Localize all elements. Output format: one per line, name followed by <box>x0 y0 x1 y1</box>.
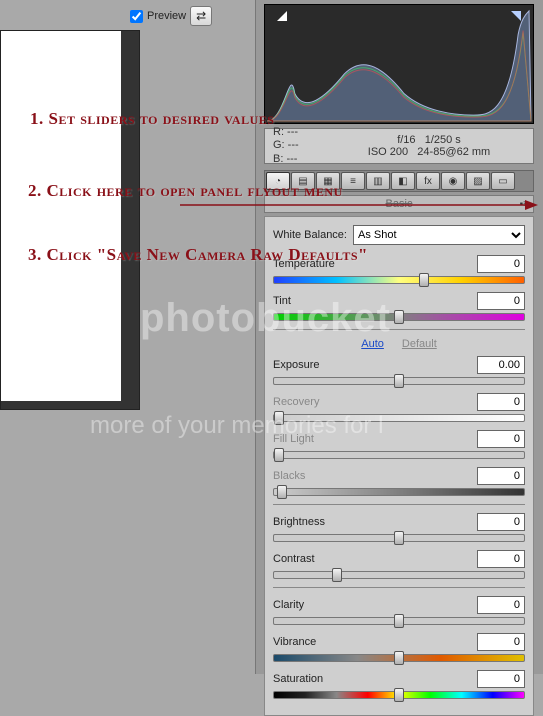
brightness-handle[interactable] <box>394 531 404 545</box>
contrast-label: Contrast <box>273 553 315 565</box>
saturation-handle[interactable] <box>394 688 404 702</box>
exposure-value[interactable] <box>477 356 525 374</box>
panel-flyout-icon[interactable]: ▪≡ <box>520 199 529 210</box>
shadow-clip-icon[interactable] <box>277 11 287 21</box>
vibrance-label: Vibrance <box>273 636 316 648</box>
auto-link[interactable]: Auto <box>361 338 384 350</box>
rgb-b: B: --- <box>273 153 333 166</box>
brightness-label: Brightness <box>273 516 325 528</box>
tint-value[interactable] <box>477 292 525 310</box>
filllight-handle[interactable] <box>274 448 284 462</box>
vibrance-value[interactable] <box>477 633 525 651</box>
exif-lens: 24-85@62 mm <box>417 146 490 158</box>
recovery-value[interactable] <box>477 393 525 411</box>
filllight-slider[interactable] <box>273 451 525 459</box>
tab-camera[interactable]: ◉ <box>441 172 465 190</box>
image-canvas[interactable] <box>0 30 140 410</box>
saturation-value[interactable] <box>477 670 525 688</box>
tint-label: Tint <box>273 295 291 307</box>
exif-shutter: 1/250 s <box>425 134 461 146</box>
swap-view-button[interactable]: ⇄ <box>190 6 212 26</box>
preview-checkbox[interactable] <box>130 10 143 23</box>
tab-strip: ◔ ▤ ▦ ≡ ▥ ◧ fx ◉ ▨ ▭ <box>264 170 534 192</box>
contrast-handle[interactable] <box>332 568 342 582</box>
preview-label: Preview <box>147 10 186 22</box>
recovery-handle[interactable] <box>274 411 284 425</box>
wb-select[interactable]: As Shot <box>353 225 525 245</box>
tab-detail[interactable]: ▦ <box>316 172 340 190</box>
tab-fx[interactable]: fx <box>416 172 440 190</box>
blacks-slider[interactable] <box>273 488 525 496</box>
rgb-g: G: --- <box>273 139 333 152</box>
recovery-label: Recovery <box>273 396 319 408</box>
contrast-value[interactable] <box>477 550 525 568</box>
exif-aperture: f/16 <box>397 134 415 146</box>
blacks-value[interactable] <box>477 467 525 485</box>
tab-basic[interactable]: ◔ <box>266 172 290 190</box>
tab-snapshots[interactable]: ▭ <box>491 172 515 190</box>
filllight-value[interactable] <box>477 430 525 448</box>
temperature-label: Temperature <box>273 258 335 270</box>
exposure-label: Exposure <box>273 359 319 371</box>
clarity-value[interactable] <box>477 596 525 614</box>
clarity-slider[interactable] <box>273 617 525 625</box>
canvas-paper <box>1 31 121 401</box>
clarity-handle[interactable] <box>394 614 404 628</box>
recovery-slider[interactable] <box>273 414 525 422</box>
vibrance-handle[interactable] <box>394 651 404 665</box>
basic-panel: White Balance: As Shot Temperature Tint <box>264 216 534 716</box>
tab-presets[interactable]: ▨ <box>466 172 490 190</box>
panel-header: Basic ▪≡ <box>264 195 534 213</box>
rgb-r: R: --- <box>273 126 333 139</box>
exif-iso: ISO 200 <box>368 146 408 158</box>
saturation-label: Saturation <box>273 673 323 685</box>
histogram[interactable] <box>264 4 534 124</box>
brightness-value[interactable] <box>477 513 525 531</box>
tab-lens[interactable]: ◧ <box>391 172 415 190</box>
exif-readout: R: --- G: --- B: --- f/16 1/250 s ISO 20… <box>264 128 534 164</box>
vibrance-slider[interactable] <box>273 654 525 662</box>
saturation-slider[interactable] <box>273 691 525 699</box>
blacks-label: Blacks <box>273 470 305 482</box>
highlight-clip-icon[interactable] <box>511 11 521 21</box>
tint-handle[interactable] <box>394 310 404 324</box>
tab-hsl[interactable]: ≡ <box>341 172 365 190</box>
brightness-slider[interactable] <box>273 534 525 542</box>
temperature-handle[interactable] <box>419 273 429 287</box>
tab-curve[interactable]: ▤ <box>291 172 315 190</box>
filllight-label: Fill Light <box>273 433 314 445</box>
panel-title: Basic <box>386 198 413 210</box>
tab-split[interactable]: ▥ <box>366 172 390 190</box>
contrast-slider[interactable] <box>273 571 525 579</box>
temperature-value[interactable] <box>477 255 525 273</box>
default-link[interactable]: Default <box>402 338 437 350</box>
tint-slider[interactable] <box>273 313 525 321</box>
clarity-label: Clarity <box>273 599 304 611</box>
blacks-handle[interactable] <box>277 485 287 499</box>
exposure-slider[interactable] <box>273 377 525 385</box>
exposure-handle[interactable] <box>394 374 404 388</box>
temperature-slider[interactable] <box>273 276 525 284</box>
wb-label: White Balance: <box>273 229 347 241</box>
